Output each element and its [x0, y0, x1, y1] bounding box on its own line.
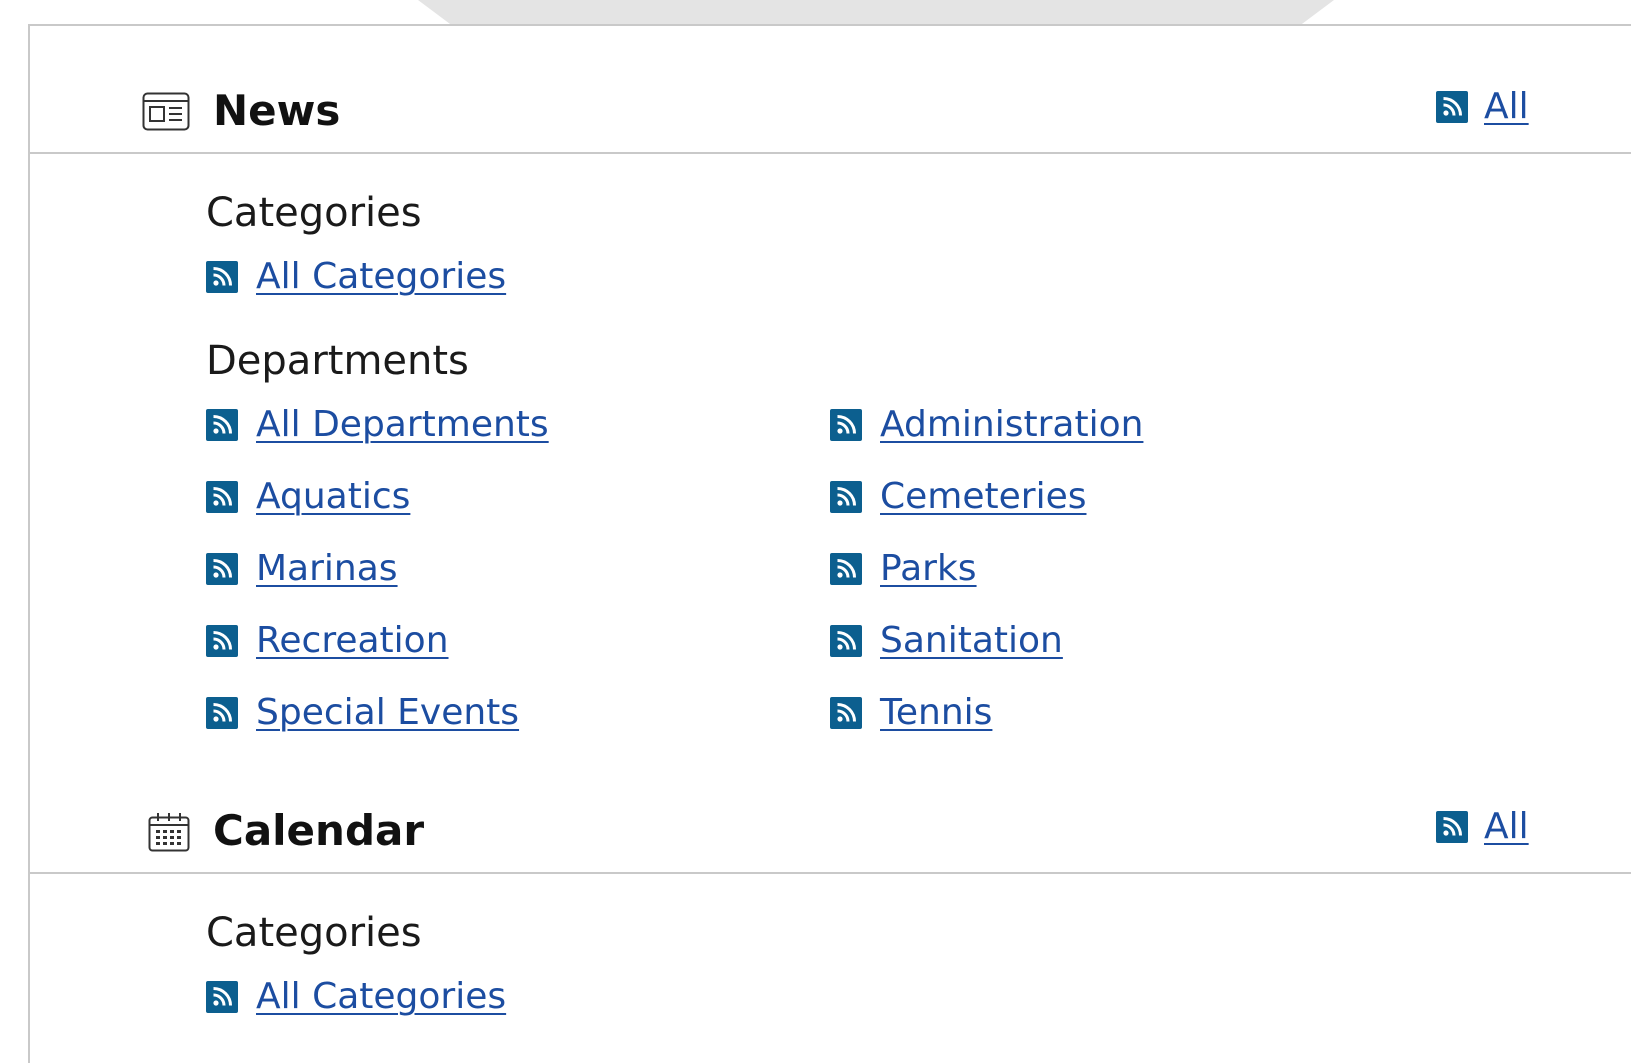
dept-link-sanitation[interactable]: Sanitation: [880, 620, 1063, 661]
dept-link-administration[interactable]: Administration: [880, 404, 1143, 445]
dept-link-marinas[interactable]: Marinas: [256, 548, 398, 589]
calendar-title: Calendar: [213, 806, 425, 855]
rss-icon: [206, 696, 238, 729]
dept-feed-item[interactable]: Recreation: [206, 620, 449, 661]
dept-link-recreation[interactable]: Recreation: [256, 620, 449, 661]
dept-feed-item[interactable]: Special Events: [206, 692, 519, 733]
dept-link-cemeteries[interactable]: Cemeteries: [880, 476, 1086, 517]
dept-feed-item[interactable]: Cemeteries: [830, 476, 1086, 517]
news-feed-item[interactable]: All Categories: [206, 256, 506, 297]
calendar-all-categories-link[interactable]: All Categories: [256, 976, 506, 1017]
news-categories-label: Categories: [206, 190, 422, 236]
calendar-categories-label: Categories: [206, 910, 422, 956]
rss-icon: [830, 552, 862, 585]
dept-feed-item[interactable]: Sanitation: [830, 620, 1063, 661]
news-all-feed-link[interactable]: All: [1436, 86, 1529, 127]
rss-icon: [206, 624, 238, 657]
calendar-icon: [148, 812, 190, 852]
calendar-all-feed-link[interactable]: All: [1436, 806, 1529, 847]
top-tab-shape: [418, 0, 1334, 24]
dept-feed-item[interactable]: Tennis: [830, 692, 992, 733]
dept-link-tennis[interactable]: Tennis: [880, 692, 992, 733]
news-section-header: News All: [30, 26, 1631, 154]
dept-link-parks[interactable]: Parks: [880, 548, 977, 589]
rss-icon: [830, 480, 862, 513]
rss-icon: [206, 552, 238, 585]
dept-link-all-departments[interactable]: All Departments: [256, 404, 549, 445]
rss-icon: [830, 408, 862, 441]
rss-icon: [206, 980, 238, 1013]
feeds-panel: News All Categories All Categories Depar…: [28, 24, 1631, 1063]
dept-link-special-events[interactable]: Special Events: [256, 692, 519, 733]
rss-icon: [1436, 90, 1468, 123]
dept-feed-item[interactable]: Parks: [830, 548, 977, 589]
rss-icon: [206, 408, 238, 441]
dept-feed-item[interactable]: Marinas: [206, 548, 398, 589]
rss-icon: [206, 260, 238, 293]
dept-feed-item[interactable]: All Departments: [206, 404, 549, 445]
news-all-categories-link[interactable]: All Categories: [256, 256, 506, 297]
news-all-link[interactable]: All: [1484, 86, 1529, 127]
dept-link-aquatics[interactable]: Aquatics: [256, 476, 410, 517]
calendar-all-link[interactable]: All: [1484, 806, 1529, 847]
news-title: News: [213, 86, 341, 135]
newspaper-icon: [142, 92, 190, 132]
rss-icon: [830, 696, 862, 729]
calendar-feed-item[interactable]: All Categories: [206, 976, 506, 1017]
rss-icon: [830, 624, 862, 657]
rss-icon: [206, 480, 238, 513]
dept-feed-item[interactable]: Administration: [830, 404, 1143, 445]
calendar-section-header: Calendar All: [30, 772, 1631, 874]
news-departments-label: Departments: [206, 338, 469, 384]
page: News All Categories All Categories Depar…: [0, 0, 1631, 1063]
dept-feed-item[interactable]: Aquatics: [206, 476, 410, 517]
rss-icon: [1436, 810, 1468, 843]
